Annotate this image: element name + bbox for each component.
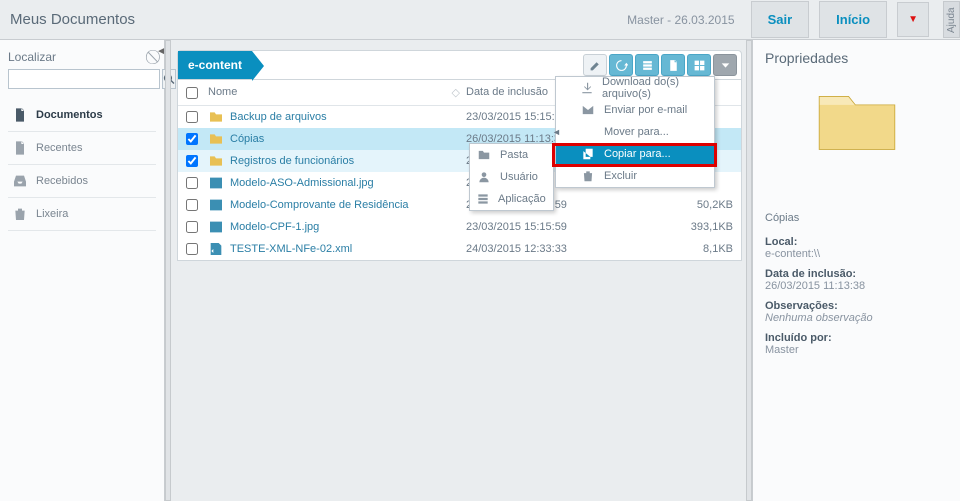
nav-item-3[interactable]: Lixeira: [8, 198, 156, 231]
select-all-checkbox[interactable]: [186, 87, 198, 99]
file-name-link[interactable]: Modelo-CPF-1.jpg: [230, 221, 319, 233]
menu-item[interactable]: Enviar por e-mail: [556, 99, 714, 121]
row-checkbox[interactable]: [186, 221, 198, 233]
submenu-item[interactable]: Pasta: [470, 144, 553, 166]
submenu-arrow-icon: ◄: [552, 127, 561, 137]
doc-icon: [12, 139, 28, 157]
folder-icon: [476, 148, 492, 162]
file-name-link[interactable]: Registros de funcionários: [230, 155, 354, 167]
right-resizer[interactable]: [746, 40, 752, 501]
prop-local-value: e-content:\\: [765, 248, 948, 260]
prop-obs-value: Nenhuma observação: [765, 312, 948, 324]
row-size: 50,2KB: [676, 199, 741, 211]
prop-item-name: Cópias: [765, 212, 948, 224]
folder-large-icon: [815, 84, 899, 156]
nav-label: Recebidos: [36, 175, 88, 187]
home-button[interactable]: Início: [819, 1, 887, 38]
row-checkbox[interactable]: [186, 243, 198, 255]
submenu-item[interactable]: Usuário: [470, 166, 553, 188]
row-checkbox[interactable]: [186, 133, 198, 145]
row-checkbox[interactable]: [186, 111, 198, 123]
file-row[interactable]: Modelo-Comprovante de Residência23/03/20…: [178, 194, 741, 216]
menu-item[interactable]: ◄Mover para...: [556, 121, 714, 143]
row-checkbox[interactable]: [186, 177, 198, 189]
menu-item[interactable]: Copiar para...: [556, 143, 714, 165]
prop-obs-label: Observações:: [765, 300, 948, 312]
row-size: 8,1KB: [676, 243, 741, 255]
prop-date-label: Data de inclusão:: [765, 268, 948, 280]
nav-item-1[interactable]: Recentes: [8, 132, 156, 165]
prop-date-value: 26/03/2015 11:13:38: [765, 280, 948, 292]
copy-icon: [580, 147, 596, 161]
row-checkbox[interactable]: [186, 199, 198, 211]
row-size: 393,1KB: [676, 221, 741, 233]
nav-label: Documentos: [36, 109, 103, 121]
file-name-link[interactable]: Backup de arquivos: [230, 111, 327, 123]
user-label: Master - 26.03.2015: [627, 13, 734, 27]
inbox-icon: [12, 172, 28, 190]
user-icon: [476, 170, 492, 184]
header-menu-button[interactable]: ▼: [897, 2, 929, 37]
properties-title: Propriedades: [765, 50, 948, 66]
download-icon: [580, 81, 594, 95]
nav-item-0[interactable]: Documentos: [8, 99, 156, 132]
menu-item[interactable]: Download do(s) arquivo(s): [556, 77, 714, 99]
nav-label: Recentes: [36, 142, 82, 154]
prop-by-label: Incluído por:: [765, 332, 948, 344]
breadcrumb[interactable]: e-content: [178, 51, 252, 79]
file-name-link[interactable]: Cópias: [230, 133, 264, 145]
view-detail-button[interactable]: [661, 54, 685, 76]
share-submenu: PastaUsuárioAplicação: [469, 143, 554, 211]
row-date: 23/03/2015 15:15:59: [466, 221, 596, 233]
xml-icon: [208, 241, 224, 257]
file-row[interactable]: Modelo-CPF-1.jpg 23/03/2015 15:15:59 393,1…: [178, 216, 741, 238]
col-name[interactable]: Nome◇: [206, 86, 466, 99]
nav-label: Lixeira: [36, 208, 68, 220]
file-name-link[interactable]: TESTE-XML-NFe-02.xml: [230, 243, 352, 255]
view-grid-button[interactable]: [687, 54, 711, 76]
actions-menu-button[interactable]: [713, 54, 737, 76]
trash-icon: [580, 169, 596, 183]
nav-item-2[interactable]: Recebidos: [8, 165, 156, 198]
help-tab[interactable]: Ajuda: [943, 1, 960, 38]
mail-icon: [580, 103, 596, 117]
search-label: Localizar: [8, 50, 56, 64]
file-row[interactable]: TESTE-XML-NFe-02.xml 24/03/2015 12:33:33 8…: [178, 238, 741, 260]
prop-by-value: Master: [765, 344, 948, 356]
logout-button[interactable]: Sair: [751, 1, 810, 38]
prop-local-label: Local:: [765, 236, 948, 248]
app-icon: [476, 192, 490, 206]
menu-item[interactable]: Excluir: [556, 165, 714, 187]
doc-icon: [12, 106, 28, 124]
file-name-link[interactable]: Modelo-Comprovante de Residência: [230, 199, 409, 211]
view-list-button[interactable]: [635, 54, 659, 76]
actions-menu: Download do(s) arquivo(s)Enviar por e-ma…: [555, 76, 715, 188]
edit-button[interactable]: [583, 54, 607, 76]
file-name-link[interactable]: Modelo-ASO-Admissional.jpg: [230, 177, 374, 189]
search-input[interactable]: [8, 69, 160, 89]
trash-icon: [12, 205, 28, 223]
refresh-button[interactable]: [609, 54, 633, 76]
submenu-item[interactable]: Aplicação: [470, 188, 553, 210]
row-checkbox[interactable]: [186, 155, 198, 167]
row-date: 24/03/2015 12:33:33: [466, 243, 596, 255]
page-title: Meus Documentos: [10, 11, 135, 28]
